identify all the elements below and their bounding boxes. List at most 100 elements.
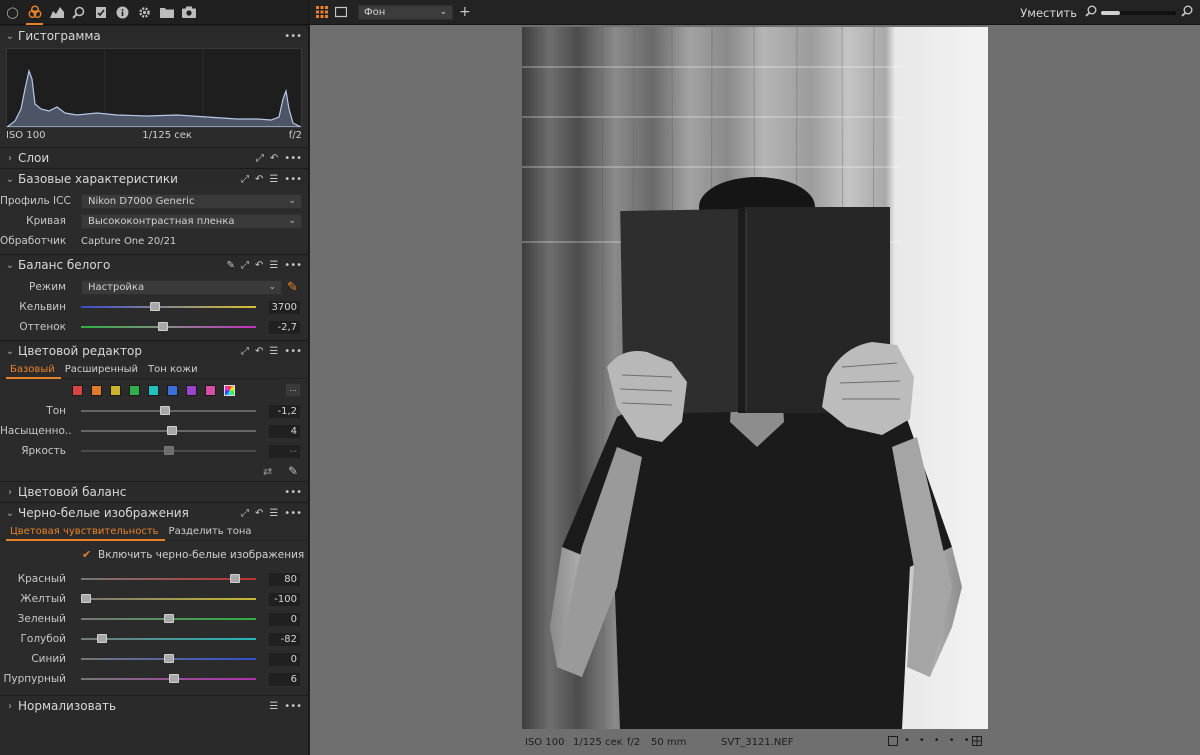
info-icon[interactable] (114, 0, 131, 25)
chevron-down-icon[interactable]: ⌄ (5, 260, 15, 271)
swatch-cyan[interactable] (148, 384, 159, 396)
details-search-icon[interactable] (70, 0, 87, 25)
bw-green-value[interactable]: 0 (268, 611, 301, 627)
zoom-in-icon[interactable] (1181, 5, 1193, 20)
chevron-right-icon[interactable]: › (5, 153, 15, 164)
ce-lightness-slider[interactable] (81, 444, 256, 458)
tint-slider-knob[interactable] (158, 322, 169, 331)
bw-enable-row[interactable]: ✔ Включить черно-белые изображения (0, 541, 308, 569)
swatch-blue[interactable] (167, 384, 178, 396)
bw-yellow-value[interactable]: -100 (268, 591, 301, 607)
reset-icon[interactable]: ↶ (255, 174, 263, 185)
camera-circle-icon[interactable]: ◯ (4, 0, 21, 25)
basic-section-header[interactable]: ⌄ Базовые характеристики ⤢ ↶ ☰ ••• (0, 168, 308, 189)
checkbox-checked-icon[interactable]: ✔ (82, 549, 92, 560)
color-picker-icon[interactable]: ✎ (288, 464, 298, 478)
bw-magenta-value[interactable]: 6 (268, 671, 301, 687)
bw-yellow-knob[interactable] (81, 594, 92, 603)
more-options-icon[interactable]: ••• (284, 487, 302, 498)
ce-saturation-knob[interactable] (167, 426, 177, 435)
presets-icon[interactable]: ☰ (269, 701, 278, 712)
fit-label[interactable]: Уместить (1020, 6, 1077, 20)
zoom-slider[interactable] (1101, 11, 1176, 15)
ce-hue-knob[interactable] (160, 406, 170, 415)
swatch-red[interactable] (72, 384, 83, 396)
reset-icon[interactable]: ↶ (255, 260, 263, 271)
reset-icon[interactable]: ↶ (255, 508, 263, 519)
background-select[interactable]: Фон ⌄ (358, 5, 453, 20)
ce-saturation-value[interactable]: 4 (268, 423, 301, 439)
bw-green-knob[interactable] (163, 614, 174, 623)
bw-section-header[interactable]: ⌄ Черно-белые изображения ⤢ ↶ ☰ ••• (0, 502, 308, 523)
more-options-icon[interactable]: ••• (284, 174, 302, 185)
color-editor-section-header[interactable]: ⌄ Цветовой редактор ⤢ ↶ ☰ ••• (0, 340, 308, 361)
chevron-down-icon[interactable]: ⌄ (5, 346, 15, 357)
ce-saturation-slider[interactable] (81, 424, 256, 438)
ce-lightness-value[interactable]: -- (268, 443, 301, 459)
tab-basic[interactable]: Базовый (6, 361, 61, 379)
swatch-purple[interactable] (186, 384, 197, 396)
presets-icon[interactable]: ☰ (269, 508, 278, 519)
histogram-section-header[interactable]: ⌄ Гистограмма ••• (0, 25, 308, 46)
color-balance-section-header[interactable]: › Цветовой баланс ••• (0, 481, 308, 502)
reset-icon[interactable]: ↶ (255, 346, 263, 357)
rating-box-icon[interactable] (888, 736, 898, 749)
more-options-icon[interactable]: ••• (284, 153, 302, 164)
swatch-orange[interactable] (91, 384, 102, 396)
tab-advanced[interactable]: Расширенный (61, 361, 144, 379)
kelvin-value[interactable]: 3700 (268, 299, 301, 315)
bw-yellow-slider[interactable] (81, 592, 256, 606)
expand-icon[interactable]: ⤢ (241, 346, 249, 357)
chevron-down-icon[interactable]: ⌄ (5, 508, 15, 519)
kelvin-slider[interactable] (81, 300, 256, 314)
single-view-icon[interactable] (334, 6, 348, 21)
tab-color-sensitivity[interactable]: Цветовая чувствительность (6, 523, 165, 541)
tint-value[interactable]: -2,7 (268, 319, 301, 335)
bw-blue-value[interactable]: 0 (268, 651, 301, 667)
bw-magenta-slider[interactable] (81, 672, 256, 686)
expand-icon[interactable]: ⤢ (241, 260, 249, 271)
metadata-check-icon[interactable] (92, 0, 109, 25)
reset-icon[interactable]: ↶ (270, 153, 278, 164)
tint-slider[interactable] (81, 320, 256, 334)
more-options-icon[interactable]: ••• (284, 31, 302, 42)
ce-hue-value[interactable]: -1,2 (268, 403, 301, 419)
ce-hue-slider[interactable] (81, 404, 256, 418)
presets-icon[interactable]: ☰ (269, 346, 278, 357)
swatch-magenta[interactable] (205, 384, 216, 396)
icc-profile-select[interactable]: Nikon D7000 Generic ⌄ (81, 193, 302, 209)
normalize-section-header[interactable]: › Нормализовать ☰ ••• (0, 695, 308, 716)
settings-gear-icon[interactable] (136, 0, 153, 25)
chevron-right-icon[interactable]: › (5, 487, 15, 498)
chevron-down-icon[interactable]: ⌄ (5, 174, 15, 185)
wb-eyedropper-icon[interactable]: ✎ (287, 280, 298, 295)
chevron-down-icon[interactable]: ⌄ (5, 31, 15, 42)
presets-icon[interactable]: ☰ (269, 174, 278, 185)
color-editor-more-button[interactable]: ... (285, 383, 301, 397)
bw-red-knob[interactable] (230, 574, 240, 583)
bw-magenta-knob[interactable] (168, 674, 179, 683)
bw-cyan-slider[interactable] (81, 632, 256, 646)
bw-cyan-knob[interactable] (97, 634, 107, 643)
kelvin-slider-knob[interactable] (149, 302, 160, 311)
bw-blue-knob[interactable] (163, 654, 174, 663)
layers-section-header[interactable]: › Слои ⤢ ↶ ••• (0, 147, 308, 168)
expand-icon[interactable]: ⤢ (241, 508, 249, 519)
folder-icon[interactable] (158, 0, 175, 25)
color-balance-icon[interactable] (26, 0, 43, 25)
more-options-icon[interactable]: ••• (284, 508, 302, 519)
expand-icon[interactable]: ⤢ (241, 174, 249, 185)
swatch-all-colors-icon[interactable] (224, 384, 235, 396)
photo-preview[interactable] (522, 27, 988, 729)
bw-cyan-value[interactable]: -82 (268, 631, 301, 647)
capture-camera-icon[interactable] (180, 0, 197, 25)
swatch-green[interactable] (129, 384, 140, 396)
bw-red-slider[interactable] (81, 572, 256, 586)
grid-view-icon[interactable] (316, 6, 328, 21)
color-tag-grid-icon[interactable] (972, 736, 982, 749)
bw-red-value[interactable]: 80 (268, 571, 301, 587)
wb-mode-select[interactable]: Настройка ⌄ (81, 279, 282, 295)
zoom-out-icon[interactable] (1085, 5, 1097, 20)
tab-skin-tone[interactable]: Тон кожи (144, 361, 204, 379)
swap-arrows-icon[interactable]: ⇄ (263, 465, 272, 478)
